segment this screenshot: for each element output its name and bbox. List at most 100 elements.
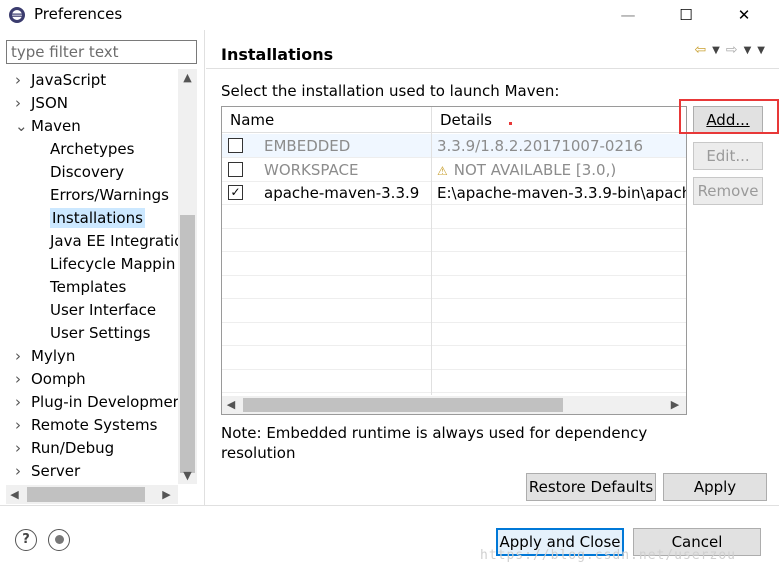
embedded-runtime-note: Note: Embedded runtime is always used fo… (221, 424, 648, 462)
maximize-button[interactable]: ☐ (657, 0, 715, 30)
close-icon: ✕ (737, 6, 751, 24)
chevron-right-icon[interactable]: › (15, 437, 29, 460)
table-row[interactable]: EMBEDDED 3.3.9/1.8.2.20171007-0216 (222, 134, 686, 158)
chevron-right-icon[interactable]: › (15, 460, 29, 483)
tree-item-label: Server (31, 462, 81, 480)
history-navigation: ⇦ ▼ ⇨ ▼ ▼ (694, 42, 765, 58)
scroll-right-icon[interactable]: ▶ (666, 396, 684, 414)
table-row (222, 252, 686, 276)
tree-item[interactable]: › Mylyn (15, 345, 76, 368)
installation-details: ⚠ NOT AVAILABLE [3.0,) (437, 158, 616, 181)
tree-item[interactable]: Lifecycle Mappin (50, 253, 175, 276)
edit-button[interactable]: Edit... (693, 142, 763, 170)
apply-label: Apply (693, 478, 737, 496)
window-title: Preferences (34, 5, 123, 23)
installations-table: Name Details EMBEDDED 3.3.9/1.8.2.2017100… (221, 106, 687, 415)
tree-item-label: Mylyn (31, 347, 76, 365)
tree-vertical-scroll-thumb[interactable] (180, 215, 195, 473)
chevron-right-icon[interactable]: › (15, 391, 29, 414)
table-row (222, 322, 686, 346)
scroll-up-icon[interactable]: ▲ (178, 69, 197, 86)
installation-name: apache-maven-3.3.9 (264, 184, 420, 202)
tree-item[interactable]: Discovery (50, 161, 124, 184)
view-menu-chevron-icon[interactable]: ▼ (757, 45, 765, 56)
chevron-right-icon[interactable]: › (15, 345, 29, 368)
forward-menu-chevron-icon[interactable]: ▼ (744, 45, 752, 56)
close-button[interactable]: ✕ (715, 0, 773, 30)
remove-button[interactable]: Remove (693, 177, 763, 205)
installation-details-text: 3.3.9/1.8.2.20171007-0216 (437, 137, 644, 155)
annotation-dot (509, 122, 512, 125)
tree-item[interactable]: Errors/Warnings (50, 184, 169, 207)
import-export-glyph-icon (54, 535, 64, 544)
tree-vertical-scrollbar[interactable]: ▲ ▼ (178, 69, 197, 484)
import-export-icon[interactable] (48, 529, 70, 551)
installation-name: WORKSPACE (264, 160, 359, 179)
table-header: Name Details (222, 107, 686, 133)
restore-defaults-label: Restore Defaults (528, 478, 654, 496)
watermark-text: https://blog.csdn.net/userzou (480, 548, 736, 563)
tree-item-label: Java EE Integratio (50, 232, 178, 250)
help-icon[interactable]: ? (15, 529, 37, 551)
tree-item[interactable]: Templates (50, 276, 126, 299)
tree-item-label: User Settings (50, 324, 151, 342)
tree-item[interactable]: User Settings (50, 322, 150, 345)
instruction-label: Select the installation used to launch M… (221, 82, 560, 100)
chevron-right-icon[interactable]: › (15, 414, 29, 437)
restore-defaults-button[interactable]: Restore Defaults (526, 473, 656, 501)
table-row (222, 228, 686, 252)
chevron-right-icon[interactable]: › (15, 368, 29, 391)
tree-item[interactable]: › Remote Systems (15, 414, 157, 437)
tree-item[interactable]: › JavaScript (15, 69, 107, 92)
tree-horizontal-scrollbar[interactable]: ◀ ▶ (6, 485, 178, 504)
table-row (222, 369, 686, 393)
tree-item[interactable]: User Interface (50, 299, 156, 322)
table-row[interactable]: ✓ apache-maven-3.3.9 E:\apache-maven-3.3.9… (222, 181, 686, 205)
installation-name: EMBEDDED (264, 137, 351, 155)
tree-item[interactable]: › Plug-in Developmer (15, 391, 178, 414)
scroll-right-icon[interactable]: ▶ (158, 485, 175, 504)
tree-item[interactable]: › Oomph (15, 368, 86, 391)
scroll-left-icon[interactable]: ◀ (6, 485, 23, 504)
column-separator (431, 107, 432, 395)
installation-details-text: E:\apache-maven-3.3.9-bin\apache (437, 184, 686, 202)
column-header-details[interactable]: Details (432, 107, 686, 133)
tree-item-label: User Interface (50, 301, 157, 319)
scroll-down-icon[interactable]: ▼ (178, 467, 197, 484)
table-horizontal-scrollbar[interactable]: ◀ ▶ (222, 396, 686, 414)
preferences-tree: › JavaScript › JSON ⌄ Maven Archetypes Discover… (0, 69, 178, 484)
tree-item[interactable]: › JSON (15, 92, 68, 115)
tree-item[interactable]: ⌄ Maven (15, 115, 81, 138)
table-row[interactable]: WORKSPACE ⚠ NOT AVAILABLE [3.0,) (222, 158, 686, 182)
tree-item[interactable]: Java EE Integratio (50, 230, 178, 253)
row-checkbox[interactable] (228, 138, 243, 153)
chevron-down-icon[interactable]: ⌄ (15, 115, 29, 138)
apply-button[interactable]: Apply (663, 473, 767, 501)
scroll-left-icon[interactable]: ◀ (222, 396, 240, 414)
eclipse-app-icon (9, 7, 25, 23)
tree-item[interactable]: Installations (50, 207, 145, 230)
tree-item-label: JavaScript (31, 71, 107, 89)
table-horizontal-scroll-thumb[interactable] (243, 398, 563, 412)
row-checkbox[interactable] (228, 161, 243, 177)
forward-arrow-icon[interactable]: ⇨ (726, 42, 738, 58)
tree-item-label: Discovery (50, 163, 125, 181)
preferences-tree-pane: ›JavaScript›JSON⌄MavenArchetypesDiscover… (0, 30, 205, 505)
table-row (222, 346, 686, 370)
tree-item[interactable]: › Run/Debug (15, 437, 114, 460)
back-menu-chevron-icon[interactable]: ▼ (712, 45, 720, 56)
tree-item[interactable]: Archetypes (50, 138, 134, 161)
minimize-button[interactable]: — (599, 0, 657, 30)
back-arrow-icon[interactable]: ⇦ (694, 42, 706, 58)
filter-input[interactable] (6, 40, 197, 64)
column-header-name[interactable]: Name (222, 107, 431, 133)
chevron-right-icon[interactable]: › (15, 69, 29, 92)
preferences-window: Preferences — ☐ ✕ ›JavaScript›JSON⌄Maven… (0, 0, 779, 575)
title-bar: Preferences — ☐ ✕ (0, 0, 779, 30)
installation-details: 3.3.9/1.8.2.20171007-0216 (437, 134, 644, 157)
row-checkbox[interactable]: ✓ (228, 185, 243, 200)
tree-item[interactable]: › Server (15, 460, 81, 483)
tree-horizontal-scroll-thumb[interactable] (27, 487, 145, 502)
chevron-right-icon[interactable]: › (15, 92, 29, 115)
installation-details: E:\apache-maven-3.3.9-bin\apache (437, 181, 686, 204)
